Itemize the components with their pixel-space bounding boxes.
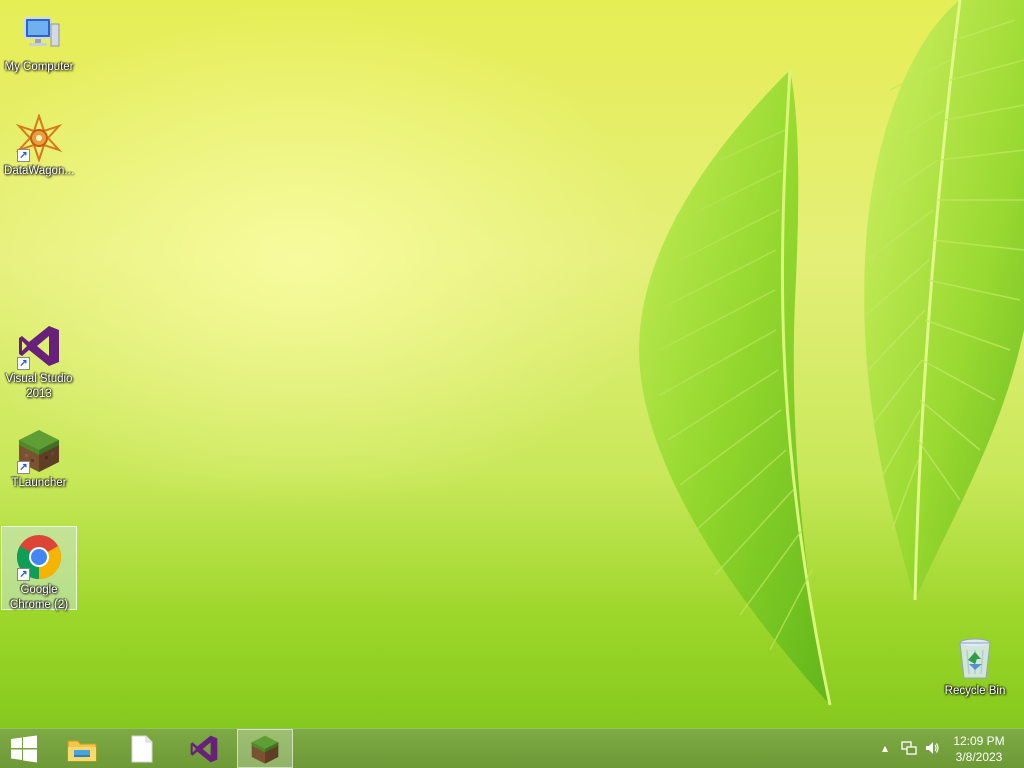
icon-label: Visual Studio 2013 (5, 373, 73, 400)
taskbar: ▴ 12:09 PM 3/8/2023 (0, 728, 1024, 768)
shortcut-arrow-icon: ↗ (17, 357, 30, 370)
desktop-icon-my-computer[interactable]: My Computer (1, 4, 77, 76)
volume-icon[interactable] (924, 740, 940, 756)
shortcut-arrow-icon: ↗ (17, 149, 30, 162)
taskbar-clock[interactable]: 12:09 PM 3/8/2023 (944, 733, 1014, 765)
icon-label: Recycle Bin (944, 685, 1006, 697)
computer-icon (15, 10, 63, 58)
show-hidden-icons-icon[interactable]: ▴ (877, 740, 893, 756)
visual-studio-icon: ↗ (15, 322, 63, 370)
datawagon-icon: ↗ (15, 112, 63, 164)
chrome-icon: ↗ (15, 533, 63, 581)
document-icon (131, 735, 153, 762)
icon-label: Google Chrome (2) (9, 584, 69, 611)
file-explorer-icon (67, 740, 97, 761)
desktop-icon-google-chrome[interactable]: ↗ Google Chrome (2) (1, 526, 77, 611)
desktop-icon-visual-studio[interactable]: ↗ Visual Studio 2013 (1, 316, 77, 402)
wallpaper-leaves (639, 0, 1024, 706)
icon-label: DataWagon... (4, 165, 74, 177)
visual-studio-icon (190, 735, 218, 762)
grass-block-icon: ↗ (15, 426, 63, 474)
windows-logo-icon (11, 735, 37, 762)
clock-time: 12:09 PM (953, 734, 1005, 748)
taskbar-file-explorer-button[interactable] (54, 729, 110, 768)
clock-date: 3/8/2023 (955, 750, 1003, 764)
taskbar-document-button[interactable] (114, 729, 170, 768)
desktop[interactable]: My Computer ↗ DataWagon... ↗ Visual Stud… (0, 0, 1024, 728)
taskbar-tlauncher-button[interactable] (237, 729, 293, 768)
grass-block-icon (251, 735, 279, 764)
shortcut-arrow-icon: ↗ (17, 568, 30, 581)
recycle-bin-icon (951, 634, 999, 682)
network-icon[interactable] (901, 740, 917, 756)
desktop-icon-datawagon[interactable]: ↗ DataWagon... (1, 108, 77, 180)
icon-label: My Computer (4, 61, 74, 73)
taskbar-visual-studio-button[interactable] (176, 729, 232, 768)
desktop-icon-recycle-bin[interactable]: Recycle Bin (937, 628, 1013, 700)
start-button[interactable] (0, 729, 48, 768)
system-tray: ▴ 12:09 PM 3/8/2023 (864, 729, 1024, 768)
desktop-icon-tlauncher[interactable]: ↗ TLauncher (1, 420, 77, 492)
shortcut-arrow-icon: ↗ (17, 461, 30, 474)
icon-label: TLauncher (11, 477, 67, 489)
